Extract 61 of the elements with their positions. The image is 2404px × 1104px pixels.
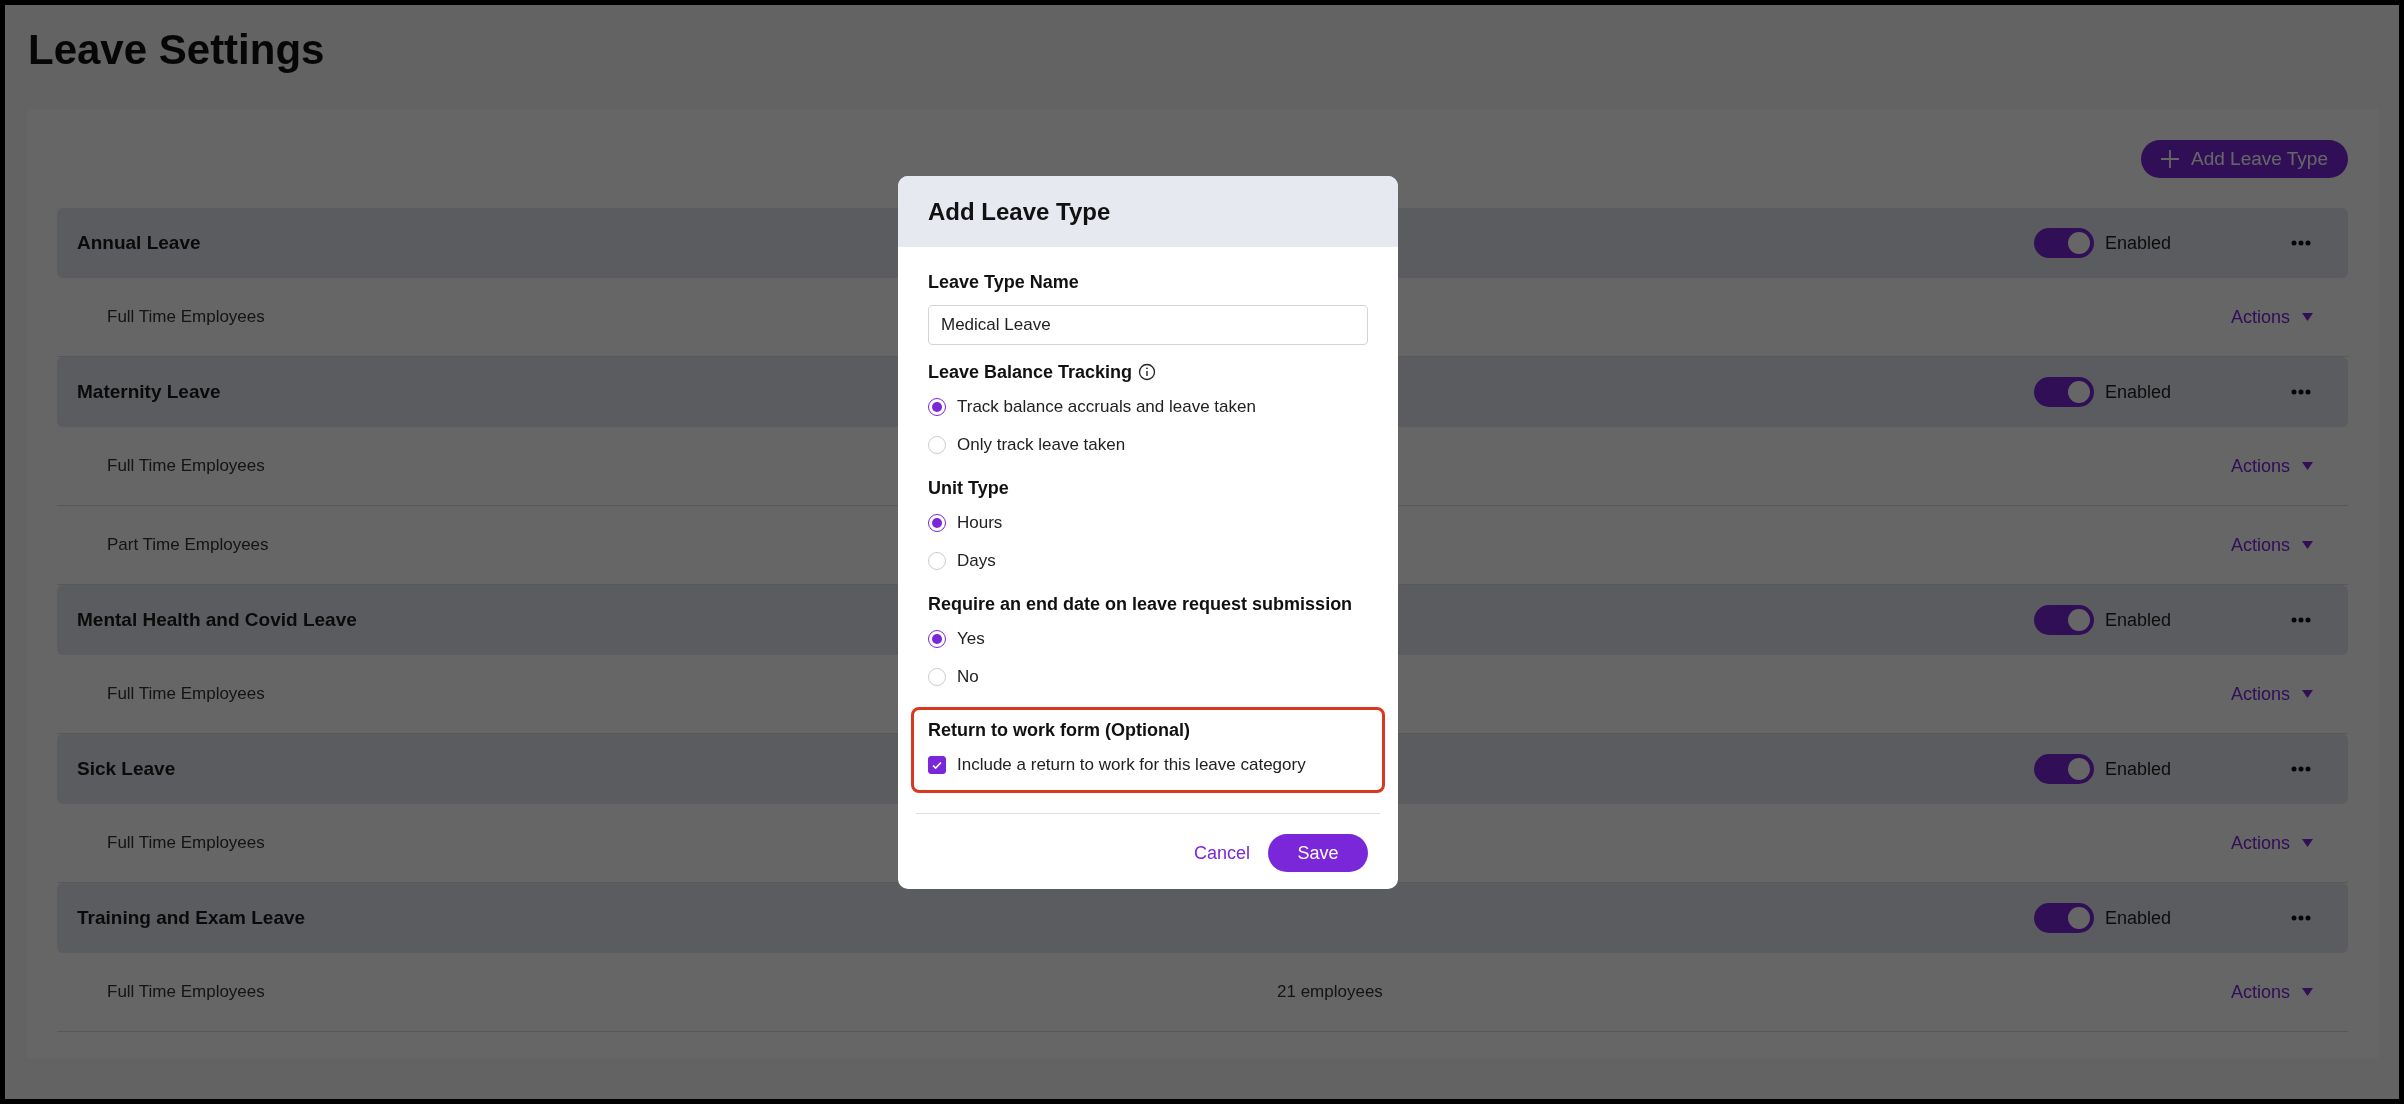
status-label: Enabled [2104,758,2171,780]
leave-type-name-field[interactable]: Medical Leave [928,305,1368,345]
caret-icon [2302,462,2313,470]
more-icon[interactable] [2291,240,2311,246]
add-leave-type-button[interactable]: Add Leave Type [2141,140,2348,178]
info-icon[interactable] [1138,363,1157,381]
option-label: Yes [957,629,985,649]
leave-type-name: Maternity Leave [77,381,221,403]
actions-dropdown[interactable]: Actions [2230,306,2313,328]
option-label: Hours [957,513,1003,533]
cancel-button[interactable]: Cancel [1189,842,1254,864]
status-label: Enabled [2104,907,2171,929]
toggle-switch[interactable] [2033,903,2094,933]
employee-count: 21 employees [1277,982,1383,1001]
employee-group: Full Time Employees [107,982,265,1002]
toggle-switch[interactable] [2033,377,2094,407]
field-label: Leave Balance Tracking [928,361,1133,384]
employee-group: Full Time Employees [107,833,265,853]
field-label: Require an end date on leave request submission [928,593,1353,616]
employee-group: Part Time Employees [107,535,269,555]
caret-icon [2302,541,2313,549]
field-label: Unit Type [928,477,1009,500]
field-label: Return to work form (Optional) [928,719,1190,742]
actions-dropdown[interactable]: Actions [2230,832,2313,854]
actions-dropdown[interactable]: Actions [2230,683,2313,705]
toggle-switch[interactable] [2033,228,2094,258]
status-label: Enabled [2104,381,2171,403]
leave-type-name: Training and Exam Leave [77,907,306,929]
employee-group: Full Time Employees [107,307,265,327]
actions-dropdown[interactable]: Actions [2230,534,2313,556]
employee-group: Full Time Employees [107,456,265,476]
more-icon[interactable] [2291,617,2311,623]
toggle-switch[interactable] [2033,754,2094,784]
checkmark-icon [931,759,943,771]
page-title: Leave Settings [27,25,326,75]
actions-dropdown[interactable]: Actions [2230,455,2313,477]
toggle-switch[interactable] [2033,605,2094,635]
caret-icon [2302,690,2313,698]
option-label: Only track leave taken [957,435,1126,455]
status-label: Enabled [2104,609,2171,631]
caret-icon [2302,313,2313,321]
save-button[interactable]: Save [1268,834,1368,872]
option-label: Days [957,551,996,571]
employee-group: Full Time Employees [107,684,265,704]
more-icon[interactable] [2291,389,2311,395]
status-label: Enabled [2104,232,2171,254]
more-icon[interactable] [2291,915,2311,921]
plus-icon [2159,148,2181,170]
checkbox[interactable] [928,756,946,774]
actions-dropdown[interactable]: Actions [2230,981,2313,1003]
option-label: No [957,667,979,687]
leave-type-name: Mental Health and Covid Leave [77,609,357,631]
option-label: Include a return to work for this leave category [957,755,1306,775]
dialog-title: Add Leave Type [928,197,1111,226]
leave-type-name: Annual Leave [77,232,201,254]
more-icon[interactable] [2291,766,2311,772]
leave-type-name: Sick Leave [77,758,176,780]
field-label: Leave Type Name [928,271,1079,294]
caret-icon [2302,839,2313,847]
caret-icon [2302,988,2313,996]
option-label: Track balance accruals and leave taken [957,397,1256,417]
